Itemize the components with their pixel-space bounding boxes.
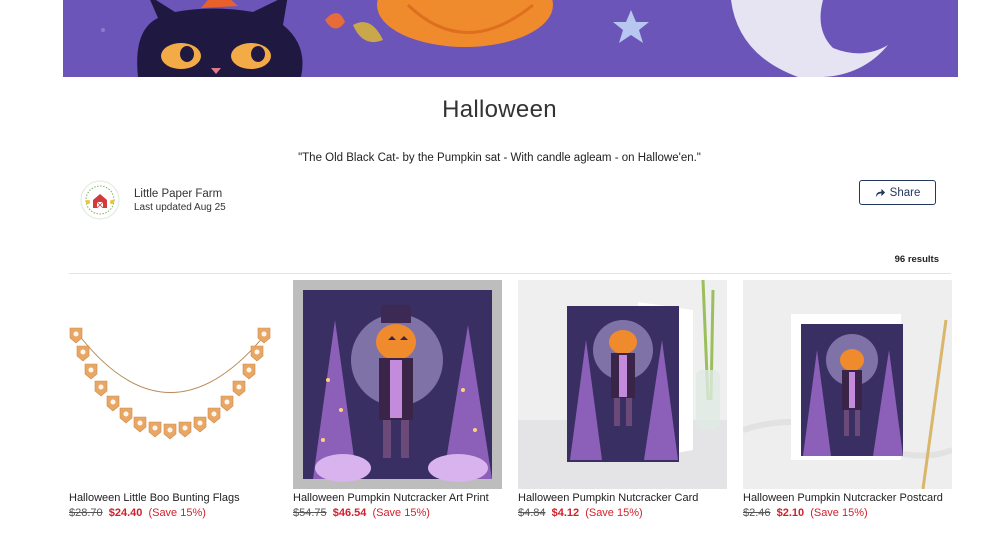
card-image — [518, 280, 727, 489]
collection-banner — [63, 0, 958, 77]
product-name[interactable]: Halloween Little Boo Bunting Flags — [69, 492, 278, 504]
product-price: $54.75 $46.54 (Save 15%) — [293, 507, 502, 519]
product-name[interactable]: Halloween Pumpkin Nutcracker Card — [518, 492, 727, 504]
product-price: $4.84 $4.12 (Save 15%) — [518, 507, 727, 519]
product-card[interactable]: Halloween Little Boo Bunting Flags $28.7… — [69, 280, 278, 519]
original-price: $28.70 — [69, 507, 103, 519]
product-price: $2.46 $2.10 (Save 15%) — [743, 507, 952, 519]
product-image[interactable] — [293, 280, 502, 489]
divider — [69, 273, 951, 274]
page-title: Halloween — [442, 96, 557, 123]
product-image[interactable] — [743, 280, 952, 489]
savings-label: (Save 15%) — [148, 507, 206, 519]
owner-name[interactable]: Little Paper Farm — [134, 188, 226, 200]
product-card[interactable]: Halloween Pumpkin Nutcracker Card $4.84 … — [518, 280, 727, 519]
art-print-image — [293, 280, 502, 489]
results-count: 96 results — [894, 254, 939, 265]
share-button[interactable]: Share — [859, 180, 936, 205]
bunting-image — [69, 280, 278, 489]
sale-price: $24.40 — [108, 507, 143, 519]
product-image[interactable] — [69, 280, 278, 489]
sale-price: $4.12 — [551, 507, 580, 519]
last-updated: Last updated Aug 25 — [134, 201, 226, 213]
savings-label: (Save 15%) — [810, 507, 868, 519]
owner-info: Little Paper Farm Last updated Aug 25 — [134, 188, 226, 213]
sale-price: $2.10 — [776, 507, 805, 519]
savings-label: (Save 15%) — [372, 507, 430, 519]
share-label: Share — [889, 186, 921, 199]
product-card[interactable]: Halloween Pumpkin Nutcracker Art Print $… — [293, 280, 502, 519]
product-image[interactable] — [518, 280, 727, 489]
original-price: $2.46 — [743, 507, 771, 519]
share-arrow-icon — [875, 188, 885, 198]
product-price: $28.70 $24.40 (Save 15%) — [69, 507, 278, 519]
original-price: $54.75 — [293, 507, 327, 519]
collection-owner[interactable]: Little Paper Farm Last updated Aug 25 — [80, 180, 226, 220]
postcard-image — [743, 280, 952, 489]
product-card[interactable]: Halloween Pumpkin Nutcracker Postcard $2… — [743, 280, 952, 519]
collection-description: "The Old Black Cat- by the Pumpkin sat -… — [298, 152, 701, 164]
original-price: $4.84 — [518, 507, 546, 519]
shop-logo[interactable] — [80, 180, 120, 220]
sale-price: $46.54 — [332, 507, 367, 519]
product-name[interactable]: Halloween Pumpkin Nutcracker Art Print — [293, 492, 502, 504]
banner-illustration — [63, 0, 958, 77]
product-name[interactable]: Halloween Pumpkin Nutcracker Postcard — [743, 492, 952, 504]
savings-label: (Save 15%) — [585, 507, 643, 519]
